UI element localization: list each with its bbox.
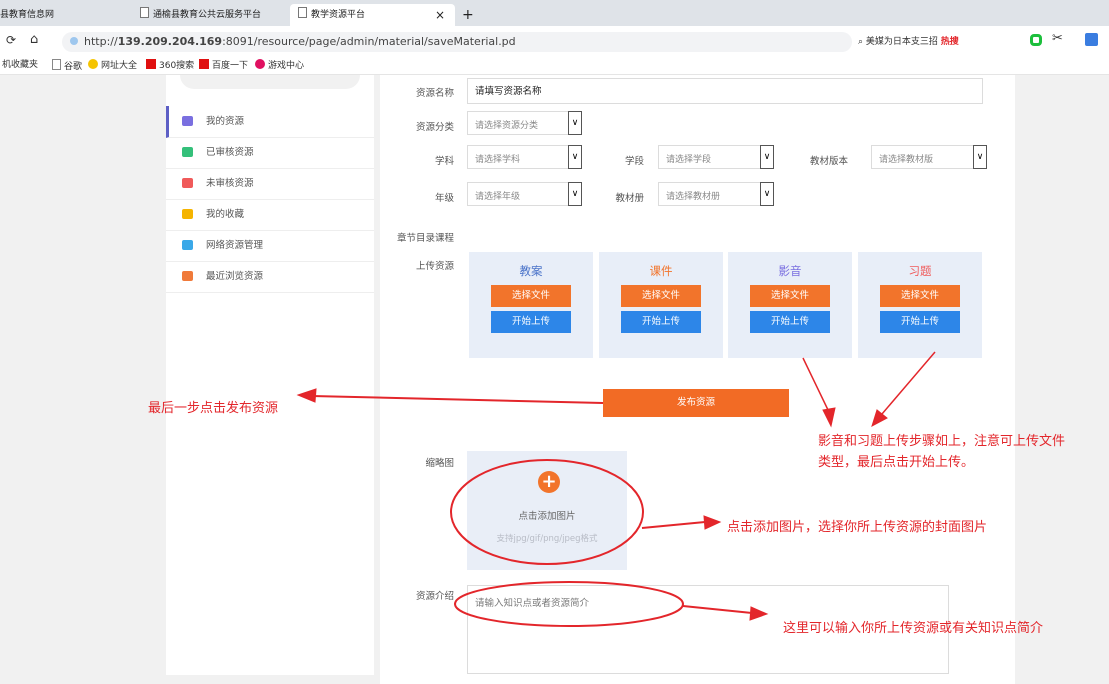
arrowhead: [749, 606, 769, 621]
intro-highlight-circle: [454, 581, 684, 627]
annotation-thumbnail: 点击添加图片，选择你所上传资源的封面图片: [727, 520, 988, 535]
arrow-intro: [682, 605, 753, 614]
arrowhead: [822, 407, 836, 428]
arrowhead: [703, 515, 722, 530]
arrow-thumbnail: [641, 521, 706, 529]
arrowhead: [871, 409, 888, 428]
arrow-to-publish-label: [311, 395, 604, 404]
annotation-media-line2: 类型，最后点击开始上传。: [818, 455, 975, 470]
annotation-publish: 最后一步点击发布资源: [148, 401, 279, 416]
annotation-intro: 这里可以输入你所上传资源或有关知识点简介: [783, 621, 1044, 636]
arrowhead: [296, 388, 317, 403]
annotation-media-line1: 影音和习题上传步骤如上，注意可上传文件: [818, 434, 1066, 449]
annotation-overlay: [296, 351, 936, 627]
thumbnail-highlight-circle: [450, 459, 644, 565]
arrow-media: [802, 357, 830, 413]
arrow-exercise: [881, 351, 936, 415]
